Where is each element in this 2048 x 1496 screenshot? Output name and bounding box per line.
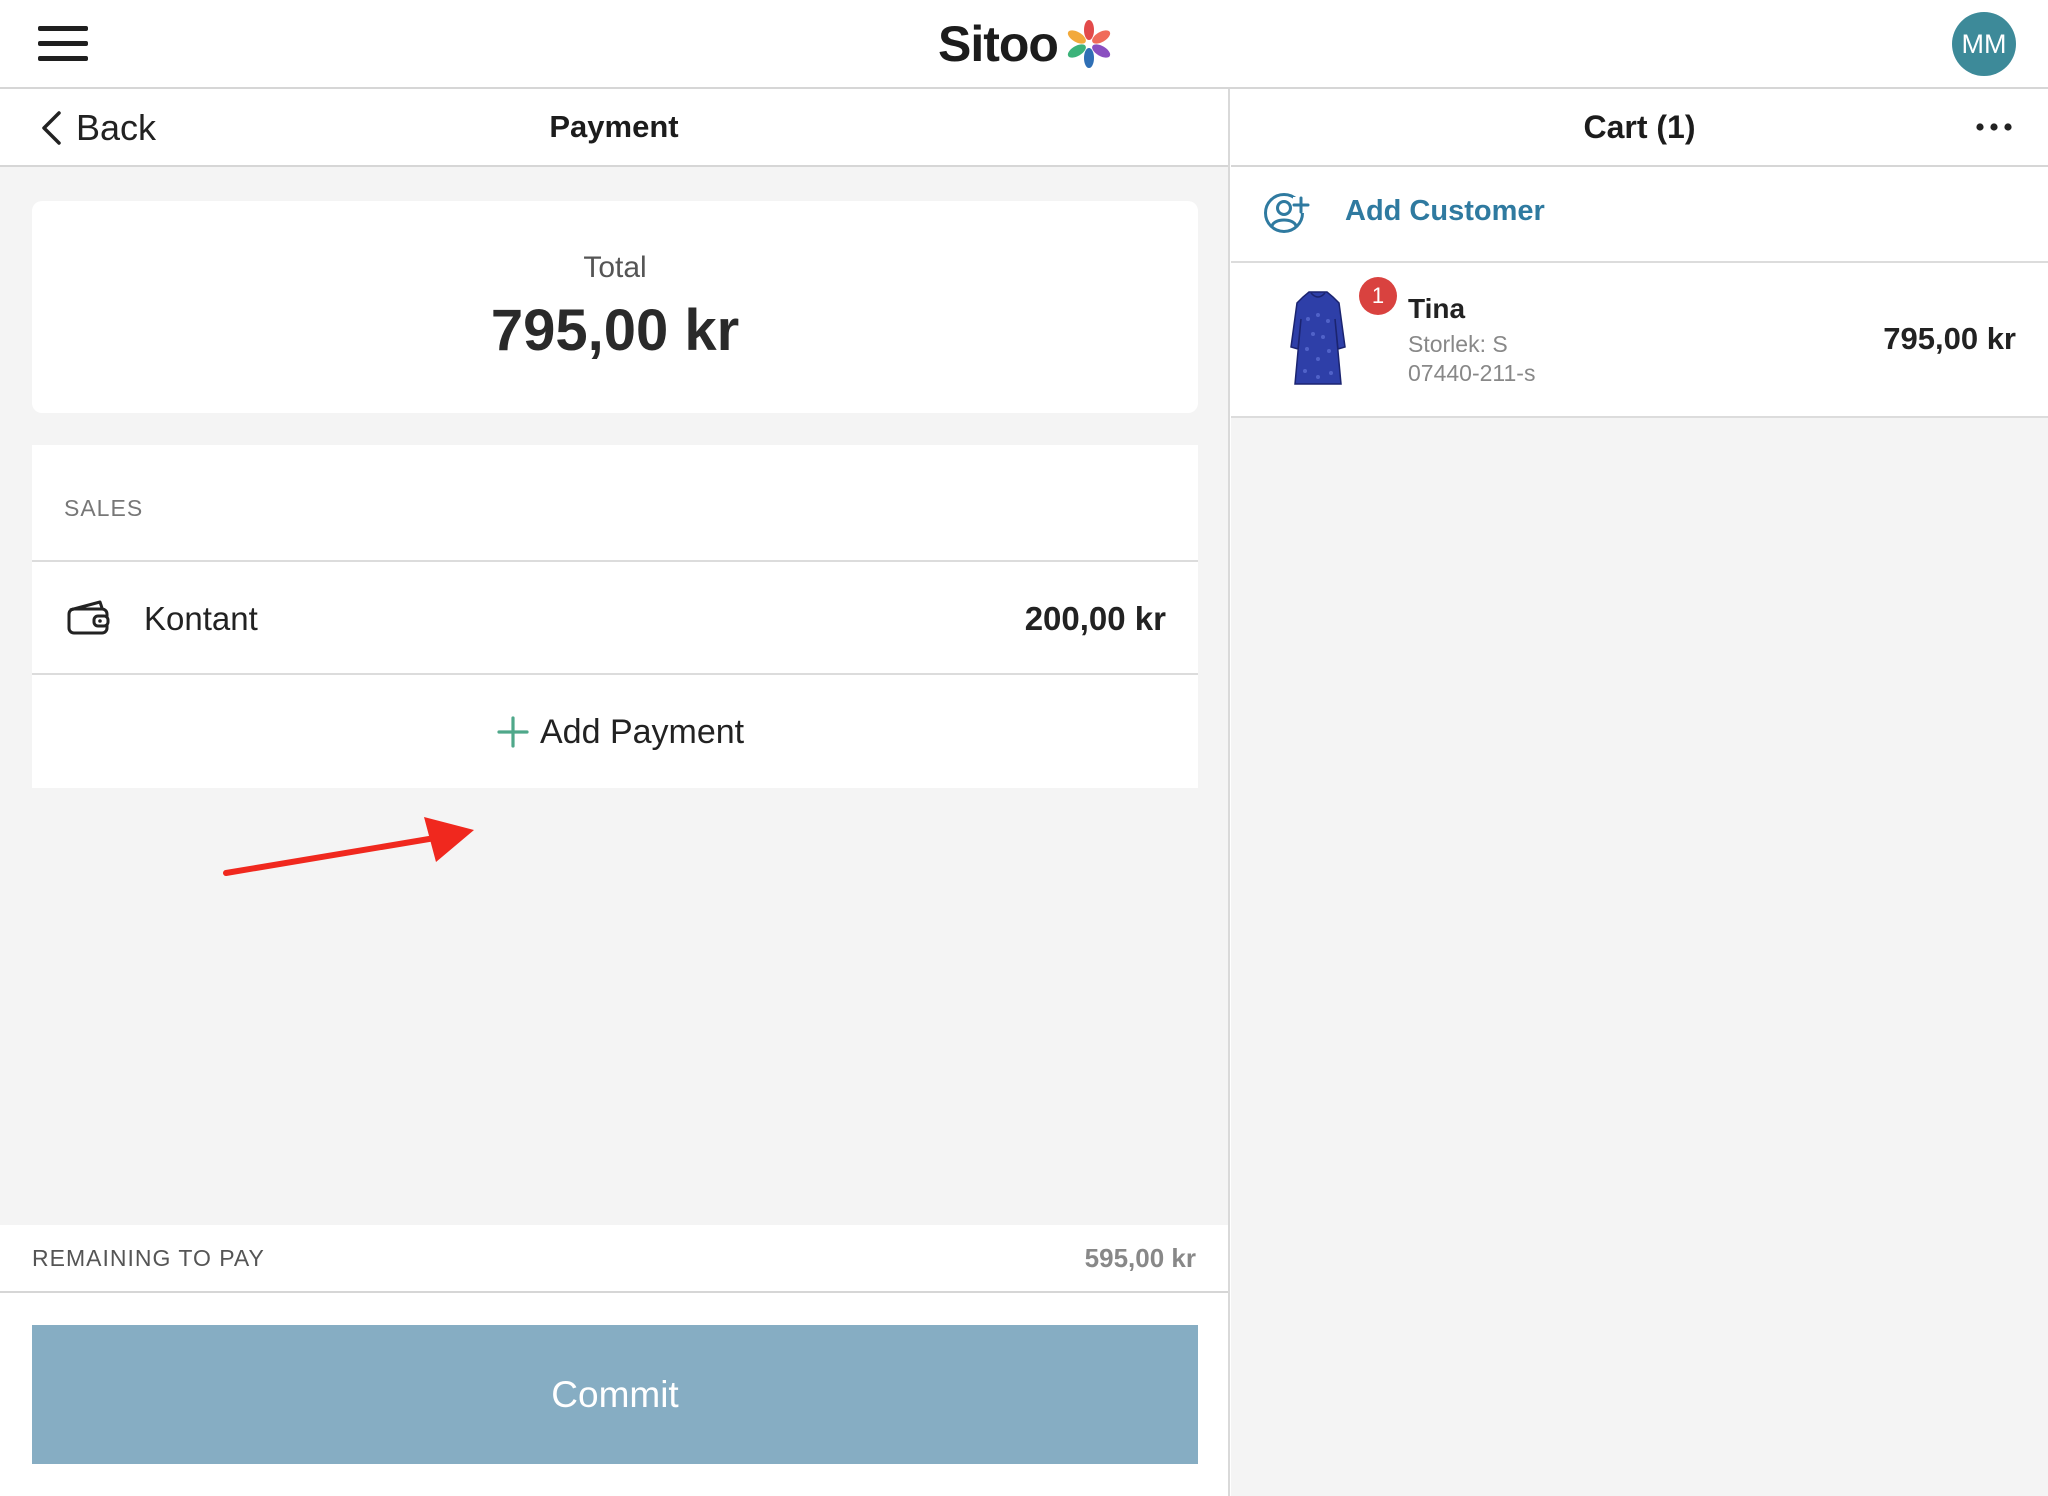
logo-text: Sitoo xyxy=(938,16,1059,72)
plus-icon xyxy=(497,716,529,748)
cart-header: Cart (1) xyxy=(1231,89,2048,167)
sitoo-logo: Sitoo xyxy=(938,14,1116,74)
user-avatar[interactable]: MM xyxy=(1952,12,2016,76)
item-price: 795,00 kr xyxy=(1883,321,2016,356)
sales-header-label: SALES xyxy=(64,495,144,521)
sales-section: SALES Kontant 200,00 kr Add Payment xyxy=(32,445,1198,788)
wallet-icon xyxy=(67,600,110,635)
item-size: Storlek: S xyxy=(1408,331,1508,357)
item-name: Tina xyxy=(1408,293,1466,324)
remaining-amount: 595,00 kr xyxy=(1084,1243,1196,1273)
total-label: Total xyxy=(583,251,647,284)
add-customer-button[interactable]: Add Customer xyxy=(1231,167,2048,263)
add-customer-label: Add Customer xyxy=(1345,195,1545,227)
app-top-bar: Sitoo MM xyxy=(0,0,2048,89)
cart-title: Cart (1) xyxy=(1583,109,1696,145)
payment-amount: 200,00 kr xyxy=(1024,600,1166,637)
remaining-label: REMAINING TO PAY xyxy=(32,1245,265,1271)
add-user-icon xyxy=(1264,193,1310,233)
payment-panel: Back Payment Total 795,00 kr SALES Konta… xyxy=(0,89,1230,1496)
quantity-badge: 1 xyxy=(1359,277,1397,315)
commit-button[interactable]: Commit xyxy=(32,1325,1198,1464)
cart-panel: Cart (1) Add Customer 1 Tina Storlek: S … xyxy=(1231,89,2048,1496)
cart-item[interactable]: 1 Tina Storlek: S 07440-211-s 795,00 kr xyxy=(1231,263,2048,418)
annotation-arrow xyxy=(223,817,474,876)
add-payment-label: Add Payment xyxy=(540,712,745,751)
more-options-icon[interactable] xyxy=(1974,117,2014,137)
sales-header: SALES xyxy=(32,445,1198,562)
product-thumbnail xyxy=(1290,291,1346,385)
commit-area: Commit xyxy=(0,1293,1228,1496)
page-title: Payment xyxy=(549,109,679,144)
total-card: Total 795,00 kr xyxy=(32,201,1198,413)
add-payment-button[interactable]: Add Payment xyxy=(32,675,1198,788)
remaining-to-pay-bar: REMAINING TO PAY 595,00 kr xyxy=(0,1225,1228,1293)
total-amount: 795,00 kr xyxy=(490,298,740,363)
payment-header: Back Payment xyxy=(0,89,1228,167)
payment-method-name: Kontant xyxy=(144,600,258,637)
flower-logo-icon xyxy=(1067,20,1111,68)
payment-row[interactable]: Kontant 200,00 kr xyxy=(32,562,1198,675)
menu-icon[interactable] xyxy=(38,26,88,62)
item-sku: 07440-211-s xyxy=(1408,360,1536,386)
